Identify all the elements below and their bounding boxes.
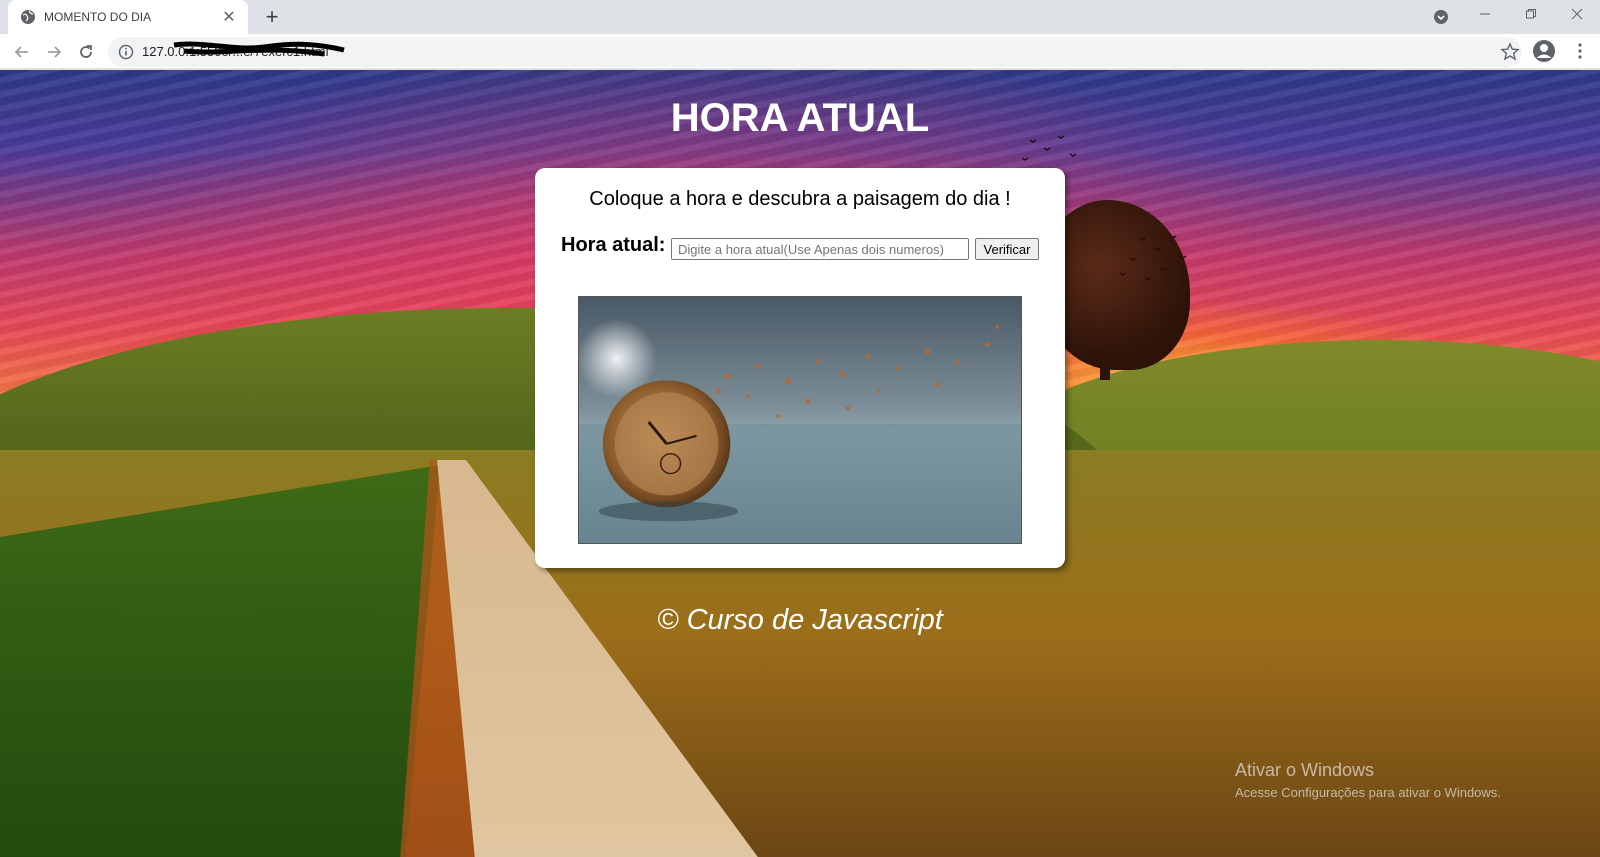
close-tab-icon[interactable]: ✕: [218, 6, 240, 28]
clock-scene-image: [578, 296, 1022, 544]
globe-icon: [21, 10, 35, 24]
browser-tab[interactable]: MOMENTO DO DIA ✕: [8, 0, 248, 34]
browser-toolbar: 127.0.0.1:5500/...e/7exerc1.html: [0, 34, 1600, 69]
back-icon[interactable]: [8, 38, 36, 66]
redaction-scribble: [173, 41, 345, 57]
footer-text: © Curso de Javascript: [657, 604, 943, 636]
intro-text: Coloque a hora e descubra a paisagem do …: [589, 188, 1011, 210]
page-viewport: HORA ATUAL Coloque a hora e descubra a p…: [0, 70, 1600, 857]
browser-menu-icon[interactable]: [1568, 39, 1592, 63]
hora-atual-label: Hora atual:: [561, 234, 666, 256]
new-tab-button[interactable]: +: [258, 3, 286, 31]
page-title: HORA ATUAL: [670, 96, 930, 140]
minimize-icon[interactable]: [1462, 0, 1508, 28]
activation-title: Ativar o Windows: [1235, 760, 1375, 780]
tab-title: MOMENTO DO DIA: [44, 10, 152, 24]
forward-icon[interactable]: [40, 38, 68, 66]
window-close-icon[interactable]: [1554, 0, 1600, 28]
restore-icon[interactable]: [1508, 0, 1554, 28]
address-bar[interactable]: 127.0.0.1:5500/...e/7exerc1.html: [108, 37, 1522, 67]
activation-subtitle: Acesse Configurações para ativar o Windo…: [1235, 785, 1501, 800]
site-info-icon[interactable]: [118, 44, 134, 60]
profile-avatar-icon[interactable]: [1532, 39, 1556, 63]
browser-tab-bar: MOMENTO DO DIA ✕ +: [0, 0, 1600, 34]
bookmark-star-icon[interactable]: [1500, 42, 1520, 62]
hora-input[interactable]: [671, 238, 969, 260]
tab-search-icon[interactable]: [1430, 6, 1452, 28]
reload-icon[interactable]: [72, 38, 100, 66]
verify-button[interactable]: Verificar: [975, 238, 1039, 260]
windows-activation-watermark: Ativar o Windows Acesse Configurações pa…: [1235, 760, 1501, 800]
main-card: Coloque a hora e descubra a paisagem do …: [535, 168, 1065, 568]
